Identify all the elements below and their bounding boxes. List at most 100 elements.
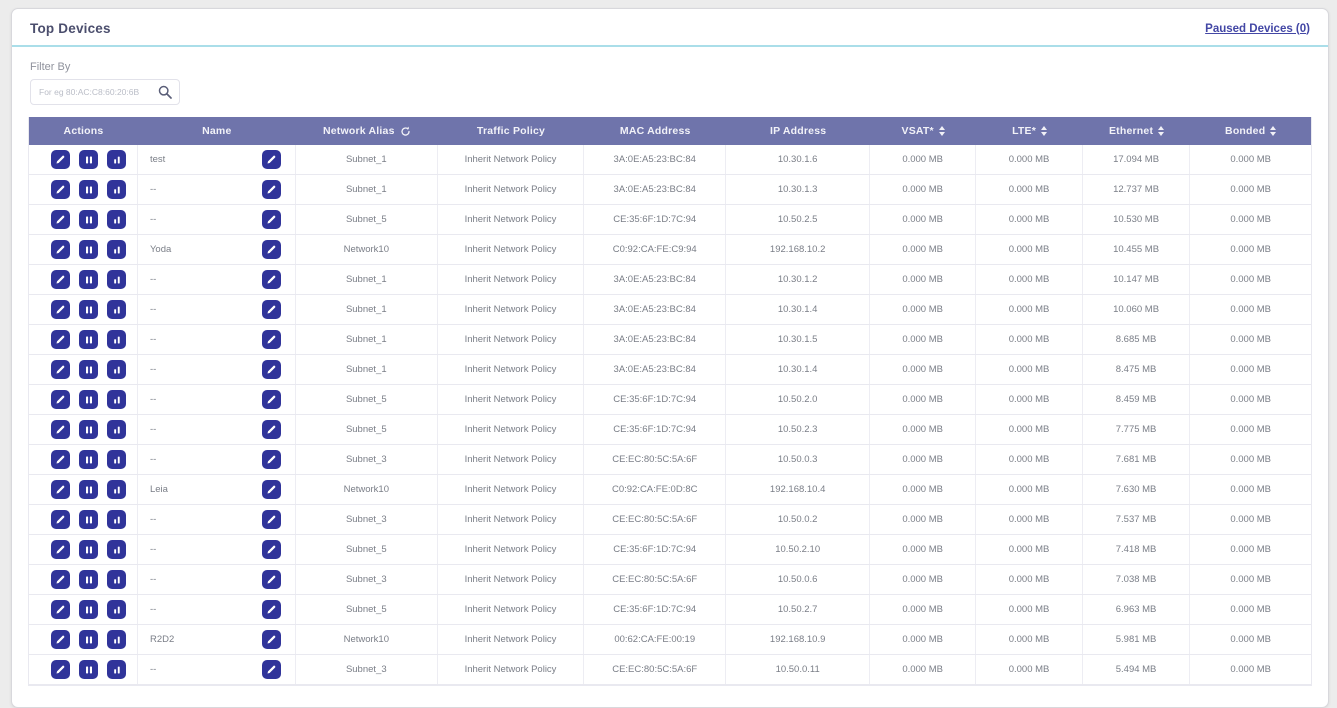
table-row: -- Subnet_1 Inherit Network Policy 3A:0E… [29,355,1311,385]
column-header-lte[interactable]: LTE* [976,117,1082,145]
device-usage-button[interactable] [107,150,126,169]
device-usage-button[interactable] [107,390,126,409]
edit-device-button[interactable] [51,150,70,169]
edit-name-button[interactable] [262,360,281,379]
sort-asc-icon[interactable] [1270,126,1276,130]
device-usage-button[interactable] [107,360,126,379]
pause-device-button[interactable] [79,420,98,439]
device-usage-button[interactable] [107,270,126,289]
device-usage-button[interactable] [107,540,126,559]
pause-device-button[interactable] [79,240,98,259]
edit-device-button[interactable] [51,210,70,229]
device-usage-button[interactable] [107,600,126,619]
column-header-bonded[interactable]: Bonded [1190,117,1311,145]
device-usage-button[interactable] [107,180,126,199]
column-header-ethernet[interactable]: Ethernet [1083,117,1191,145]
edit-device-button[interactable] [51,480,70,499]
pause-device-button[interactable] [79,270,98,289]
edit-name-button[interactable] [262,240,281,259]
edit-name-button[interactable] [262,600,281,619]
pause-device-button[interactable] [79,390,98,409]
actions-cell [29,595,138,624]
pause-device-button[interactable] [79,480,98,499]
search-icon[interactable] [158,85,172,99]
sort-desc-icon[interactable] [1041,132,1047,136]
refresh-icon[interactable] [400,126,411,137]
sort-desc-icon[interactable] [1270,132,1276,136]
pause-device-button[interactable] [79,510,98,529]
edit-name-button[interactable] [262,300,281,319]
edit-name-button[interactable] [262,180,281,199]
sort-asc-icon[interactable] [939,126,945,130]
edit-name-button[interactable] [262,390,281,409]
pause-device-button[interactable] [79,330,98,349]
edit-device-button[interactable] [51,300,70,319]
sort-asc-icon[interactable] [1041,126,1047,130]
pause-device-button[interactable] [79,450,98,469]
edit-device-button[interactable] [51,570,70,589]
pause-icon [84,365,94,375]
edit-name-button[interactable] [262,540,281,559]
table-row: -- Subnet_5 Inherit Network Policy CE:35… [29,595,1311,625]
edit-device-button[interactable] [51,630,70,649]
device-usage-button[interactable] [107,480,126,499]
edit-name-button[interactable] [262,570,281,589]
edit-device-button[interactable] [51,600,70,619]
pause-device-button[interactable] [79,570,98,589]
edit-name-button[interactable] [262,150,281,169]
device-usage-button[interactable] [107,570,126,589]
lte-usage-cell: 0.000 MB [976,415,1082,444]
pause-device-button[interactable] [79,150,98,169]
traffic-policy-cell: Inherit Network Policy [438,145,584,174]
device-usage-button[interactable] [107,420,126,439]
edit-device-button[interactable] [51,540,70,559]
paused-devices-link[interactable]: Paused Devices (0) [1205,23,1310,35]
edit-name-button[interactable] [262,480,281,499]
pause-device-button[interactable] [79,210,98,229]
pause-device-button[interactable] [79,600,98,619]
edit-device-button[interactable] [51,270,70,289]
edit-name-button[interactable] [262,420,281,439]
edit-name-button[interactable] [262,270,281,289]
traffic-policy-cell: Inherit Network Policy [438,505,584,534]
device-usage-button[interactable] [107,630,126,649]
device-usage-button[interactable] [107,450,126,469]
pause-device-button[interactable] [79,660,98,679]
device-name: -- [150,274,156,285]
sort-toggle[interactable] [939,126,945,136]
edit-name-button[interactable] [262,660,281,679]
pause-device-button[interactable] [79,300,98,319]
edit-device-button[interactable] [51,390,70,409]
edit-device-button[interactable] [51,180,70,199]
sort-asc-icon[interactable] [1158,126,1164,130]
device-usage-button[interactable] [107,300,126,319]
column-header-vsat[interactable]: VSAT* [870,117,976,145]
pause-device-button[interactable] [79,180,98,199]
device-usage-button[interactable] [107,240,126,259]
edit-device-button[interactable] [51,660,70,679]
device-usage-button[interactable] [107,210,126,229]
sort-desc-icon[interactable] [939,132,945,136]
edit-name-button[interactable] [262,210,281,229]
pause-device-button[interactable] [79,540,98,559]
edit-device-button[interactable] [51,360,70,379]
network-alias-cell: Subnet_3 [296,565,438,594]
edit-name-button[interactable] [262,510,281,529]
edit-device-button[interactable] [51,240,70,259]
edit-device-button[interactable] [51,450,70,469]
sort-toggle[interactable] [1158,126,1164,136]
edit-device-button[interactable] [51,330,70,349]
sort-desc-icon[interactable] [1158,132,1164,136]
pause-device-button[interactable] [79,630,98,649]
edit-device-button[interactable] [51,510,70,529]
device-usage-button[interactable] [107,330,126,349]
pause-device-button[interactable] [79,360,98,379]
edit-name-button[interactable] [262,330,281,349]
edit-name-button[interactable] [262,450,281,469]
sort-toggle[interactable] [1270,126,1276,136]
device-usage-button[interactable] [107,510,126,529]
sort-toggle[interactable] [1041,126,1047,136]
edit-name-button[interactable] [262,630,281,649]
device-usage-button[interactable] [107,660,126,679]
edit-device-button[interactable] [51,420,70,439]
